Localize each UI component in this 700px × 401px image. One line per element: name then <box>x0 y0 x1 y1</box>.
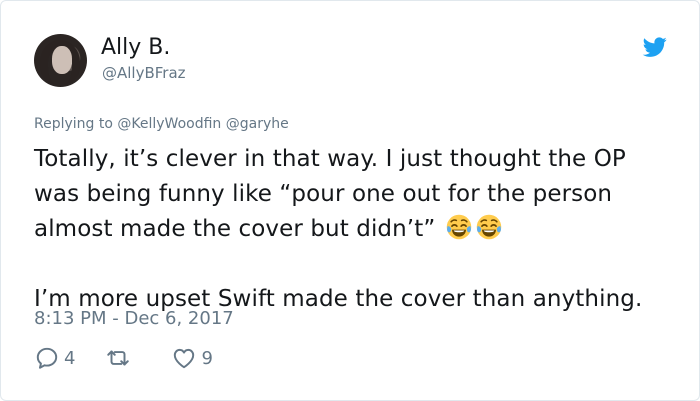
reply-icon <box>36 347 58 369</box>
tweet-text-line: Totally, it’s clever in that way. I just… <box>34 146 626 172</box>
tweet-text-line: was being funny like “pour one out for t… <box>34 181 613 207</box>
like-button[interactable]: 9 <box>171 345 213 371</box>
retweet-icon <box>107 350 130 366</box>
mention-link[interactable]: @KellyWoodfin <box>117 116 221 132</box>
avatar[interactable] <box>34 34 87 87</box>
twitter-bird-icon[interactable] <box>641 35 669 59</box>
reply-count: 4 <box>64 347 76 369</box>
reply-button[interactable]: 4 <box>34 345 75 371</box>
like-count: 9 <box>201 347 213 369</box>
user-handle[interactable]: @AllyBFraz <box>102 64 186 82</box>
retweet-button[interactable] <box>105 345 135 371</box>
heart-icon <box>174 348 195 369</box>
tears-of-joy-emoji-icon <box>476 214 502 240</box>
tweet-card: Ally B. @AllyBFraz Replying to @KellyWoo… <box>0 0 700 401</box>
tears-of-joy-emoji-icon <box>446 214 472 240</box>
display-name[interactable]: Ally B. <box>101 35 170 60</box>
tweet-text-line: almost made the cover but didn’t” <box>34 212 684 247</box>
tweet-text: Totally, it’s clever in that way. I just… <box>34 142 684 317</box>
replying-to: Replying to @KellyWoodfin @garyhe <box>34 116 289 132</box>
tweet-actions: 4 9 <box>34 344 213 372</box>
mention-link[interactable]: @garyhe <box>226 116 289 132</box>
tweet-timestamp[interactable]: 8:13 PM - Dec 6, 2017 <box>34 308 234 329</box>
